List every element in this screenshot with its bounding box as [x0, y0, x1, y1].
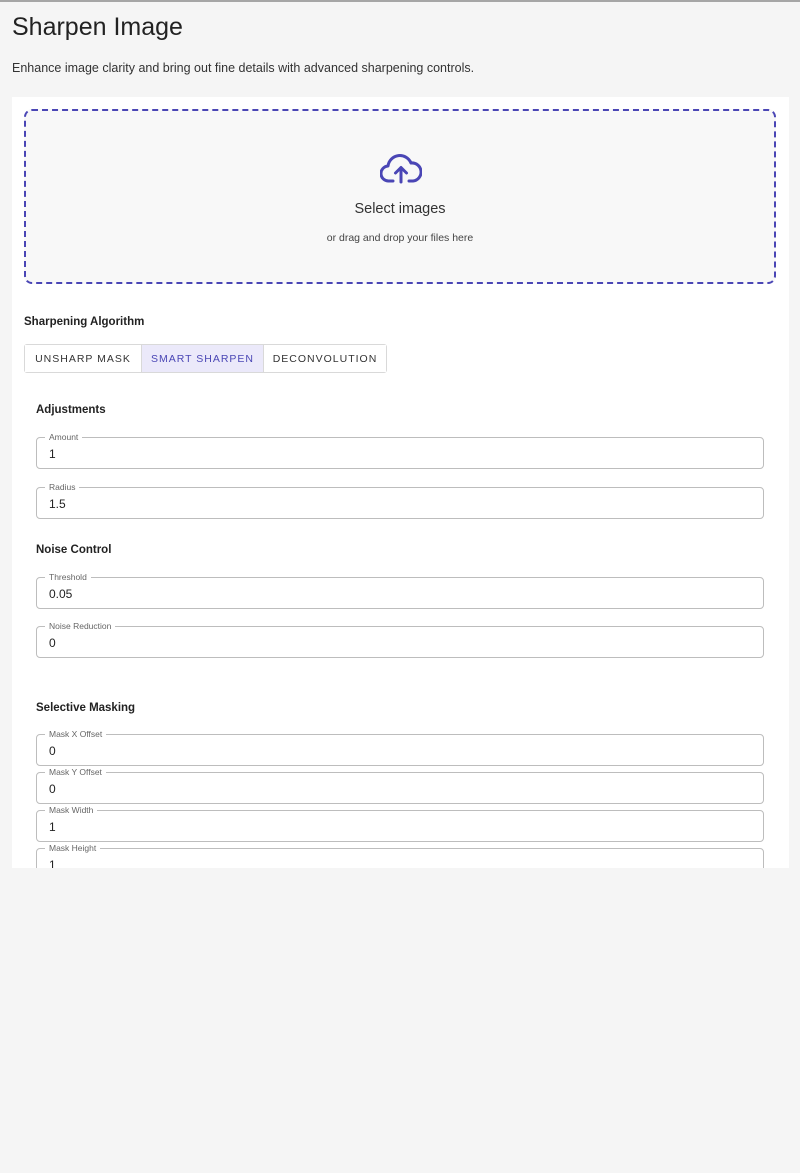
adjustments-label: Adjustments [36, 404, 106, 416]
noise-reduction-field[interactable]: Noise Reduction [36, 620, 764, 658]
radius-field[interactable]: Radius [36, 481, 764, 519]
mask-y-offset-label: Mask Y Offset [45, 766, 106, 778]
mask-width-field[interactable]: Mask Width [36, 804, 764, 842]
page-title: Sharpen Image [12, 13, 183, 41]
threshold-label: Threshold [45, 571, 91, 583]
threshold-field[interactable]: Threshold [36, 571, 764, 609]
mask-height-input[interactable] [49, 858, 749, 868]
amount-field[interactable]: Amount [36, 431, 764, 469]
mask-height-label: Mask Height [45, 842, 101, 854]
noise-control-label: Noise Control [36, 544, 112, 556]
upload-dropzone[interactable]: Select images or drag and drop your file… [24, 109, 776, 284]
mask-x-offset-field[interactable]: Mask X Offset [36, 728, 764, 766]
noise-reduction-input[interactable] [49, 636, 749, 650]
tab-unsharp-mask[interactable]: UNSHARP MASK [25, 345, 142, 372]
algorithm-label: Sharpening Algorithm [24, 316, 145, 328]
cloud-upload-icon [380, 154, 422, 184]
mask-height-field[interactable]: Mask Height [36, 842, 764, 868]
threshold-input[interactable] [49, 587, 749, 601]
radius-input[interactable] [49, 497, 749, 511]
sharpen-settings-card: Select images or drag and drop your file… [12, 97, 789, 868]
mask-y-offset-input[interactable] [49, 782, 749, 796]
amount-label: Amount [45, 431, 83, 443]
tab-smart-sharpen[interactable]: SMART SHARPEN [142, 345, 264, 372]
page-description: Enhance image clarity and bring out fine… [12, 61, 475, 75]
tab-deconvolution[interactable]: DECONVOLUTION [264, 345, 386, 372]
mask-width-input[interactable] [49, 820, 749, 834]
top-border [0, 0, 800, 2]
radius-label: Radius [45, 481, 80, 493]
mask-x-offset-label: Mask X Offset [45, 728, 107, 740]
mask-x-offset-input[interactable] [49, 744, 749, 758]
algorithm-tabs: UNSHARP MASK SMART SHARPEN DECONVOLUTION [24, 344, 387, 373]
amount-input[interactable] [49, 447, 749, 461]
mask-width-label: Mask Width [45, 804, 98, 816]
noise-reduction-label: Noise Reduction [45, 620, 116, 632]
upload-subtitle: or drag and drop your files here [326, 232, 474, 244]
selective-masking-label: Selective Masking [36, 702, 136, 714]
mask-y-offset-field[interactable]: Mask Y Offset [36, 766, 764, 804]
upload-title: Select images [354, 201, 446, 217]
